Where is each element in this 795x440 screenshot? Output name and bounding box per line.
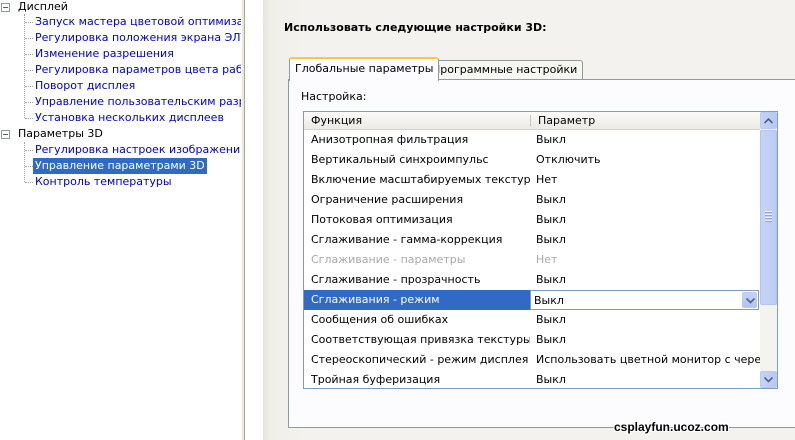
- setting-label: Настройка:: [301, 90, 367, 103]
- tree-item-temperature[interactable]: Контроль температуры: [35, 174, 172, 190]
- tree-connector: [25, 150, 33, 151]
- tree-connector: [25, 166, 33, 167]
- function-cell: Стереоскопический - режим дисплея: [311, 353, 529, 366]
- tree-group-3d-settings[interactable]: Параметры 3D: [18, 126, 103, 142]
- table-row-selected[interactable]: Сглаживания - режим Выкл: [304, 290, 760, 310]
- tree-item-multi-display[interactable]: Установка нескольких дисплеев: [35, 110, 224, 126]
- parameter-dropdown[interactable]: Выкл: [530, 290, 759, 310]
- tree-item-image-settings-preview[interactable]: Регулировка настроек изображения с просм…: [35, 142, 241, 158]
- pane-gap: [245, 0, 263, 440]
- settings-grid: Функция Параметр Анизотропная фильтрация…: [303, 111, 778, 389]
- table-row[interactable]: Сглаживание - прозрачность Выкл: [304, 270, 760, 290]
- function-cell: Ограничение расширения: [311, 193, 464, 206]
- tree-item-desktop-color[interactable]: Регулировка параметров цвета рабочего ст…: [35, 62, 241, 78]
- parameter-cell[interactable]: Выкл: [530, 330, 760, 350]
- scroll-down-button[interactable]: [760, 371, 777, 388]
- tree-connector: [25, 182, 33, 183]
- parameter-cell[interactable]: Использовать цветной монитор с чересстро…: [530, 350, 760, 370]
- parameter-cell[interactable]: Выкл: [530, 370, 760, 388]
- thumb-grip: [765, 217, 772, 219]
- function-cell: Сглаживание - прозрачность: [311, 273, 481, 286]
- function-cell: Анизотропная фильтрация: [311, 133, 469, 146]
- function-cell: Соответствующая привязка текстуры: [311, 333, 530, 346]
- collapse-3d-settings-icon[interactable]: −: [1, 130, 10, 139]
- tree-item-custom-resolution[interactable]: Управление пользовательским разрешением: [35, 94, 241, 110]
- parameter-cell[interactable]: Выкл: [530, 130, 760, 150]
- watermark: csplayfun.ucoz.com: [614, 420, 729, 434]
- table-row[interactable]: Ограничение расширения Выкл: [304, 190, 760, 210]
- function-cell: Вертикальный синхроимпульс: [311, 153, 489, 166]
- tree-connector: [25, 70, 33, 71]
- function-cell: Потоковая оптимизация: [311, 213, 453, 226]
- parameter-cell[interactable]: Отключить: [530, 150, 760, 170]
- function-cell: Сглаживание - параметры: [311, 253, 466, 266]
- table-row[interactable]: Стереоскопический - режим дисплея Исполь…: [304, 350, 760, 370]
- table-row[interactable]: Анизотропная фильтрация Выкл: [304, 130, 760, 150]
- thumb-grip: [765, 214, 772, 216]
- chevron-up-icon: [764, 118, 773, 124]
- function-cell: Сообщения об ошибках: [311, 313, 449, 326]
- table-row[interactable]: Потоковая оптимизация Выкл: [304, 210, 760, 230]
- dropdown-button[interactable]: [742, 292, 757, 308]
- table-row[interactable]: Соответствующая привязка текстуры Выкл: [304, 330, 760, 350]
- tree-connector: [25, 54, 33, 55]
- dropdown-value: Выкл: [534, 294, 564, 307]
- tree-item-rotation[interactable]: Поворот дисплея: [35, 78, 135, 94]
- tab-program-settings[interactable]: Программные настройки: [426, 60, 584, 79]
- collapse-display-icon[interactable]: −: [1, 3, 10, 12]
- parameter-cell: Нет: [536, 253, 558, 266]
- grid-header: Функция Параметр: [304, 112, 760, 130]
- table-row-disabled: Сглаживание - параметры Нет: [304, 250, 760, 270]
- tab-global-settings[interactable]: Глобальные параметры: [289, 57, 440, 81]
- parameter-cell[interactable]: Нет: [530, 170, 760, 190]
- tree-connector: [25, 22, 33, 23]
- tree-group-display[interactable]: Дисплей: [18, 0, 68, 15]
- settings-panel: Использовать следующие настройки 3D: Гло…: [263, 0, 795, 440]
- thumb-grip: [765, 211, 772, 213]
- tree-item-crt-position[interactable]: Регулировка положения экрана ЭЛТ: [35, 30, 241, 46]
- vertical-scrollbar[interactable]: [760, 112, 777, 388]
- chevron-down-icon: [764, 377, 773, 383]
- scroll-thumb[interactable]: [760, 130, 777, 305]
- tree-item-manage-3d-settings[interactable]: Управление параметрами 3D: [33, 158, 207, 174]
- tree-connector: [25, 102, 33, 103]
- parameter-cell[interactable]: Выкл: [530, 310, 760, 330]
- table-row[interactable]: Сообщения об ошибках Выкл: [304, 310, 760, 330]
- page-heading: Использовать следующие настройки 3D:: [284, 21, 547, 34]
- function-cell: Сглаживания - режим: [304, 290, 530, 310]
- scroll-up-button[interactable]: [760, 112, 777, 129]
- function-cell: Сглаживание - гамма-коррекция: [311, 233, 503, 246]
- table-row[interactable]: Включение масштабируемых текстур Нет: [304, 170, 760, 190]
- parameter-cell[interactable]: Выкл: [530, 210, 760, 230]
- navigation-tree: − Дисплей Запуск мастера цветовой оптими…: [0, 0, 241, 440]
- table-row[interactable]: Тройная буферизация Выкл: [304, 370, 760, 388]
- table-row[interactable]: Сглаживание - гамма-коррекция Выкл: [304, 230, 760, 250]
- function-cell: Тройная буферизация: [311, 373, 441, 386]
- thumb-grip: [765, 220, 772, 222]
- table-row[interactable]: Вертикальный синхроимпульс Отключить: [304, 150, 760, 170]
- parameter-cell[interactable]: Выкл: [530, 190, 760, 210]
- tree-item-resolution[interactable]: Изменение разрешения: [35, 46, 174, 62]
- column-header-function[interactable]: Функция: [304, 112, 530, 129]
- parameter-cell[interactable]: Выкл: [530, 270, 760, 290]
- tree-connector: [25, 86, 33, 87]
- column-header-parameter[interactable]: Параметр: [531, 112, 760, 129]
- chevron-down-icon: [746, 298, 755, 304]
- tree-connector: [24, 142, 25, 182]
- tree-item-color-wizard[interactable]: Запуск мастера цветовой оптимизации: [35, 14, 241, 30]
- tree-connector: [25, 38, 33, 39]
- tab-content: Настройка: Функция Параметр Анизотропная…: [288, 79, 795, 428]
- tree-connector: [25, 118, 33, 119]
- parameter-cell[interactable]: Выкл: [530, 230, 760, 250]
- function-cell: Включение масштабируемых текстур: [311, 173, 530, 186]
